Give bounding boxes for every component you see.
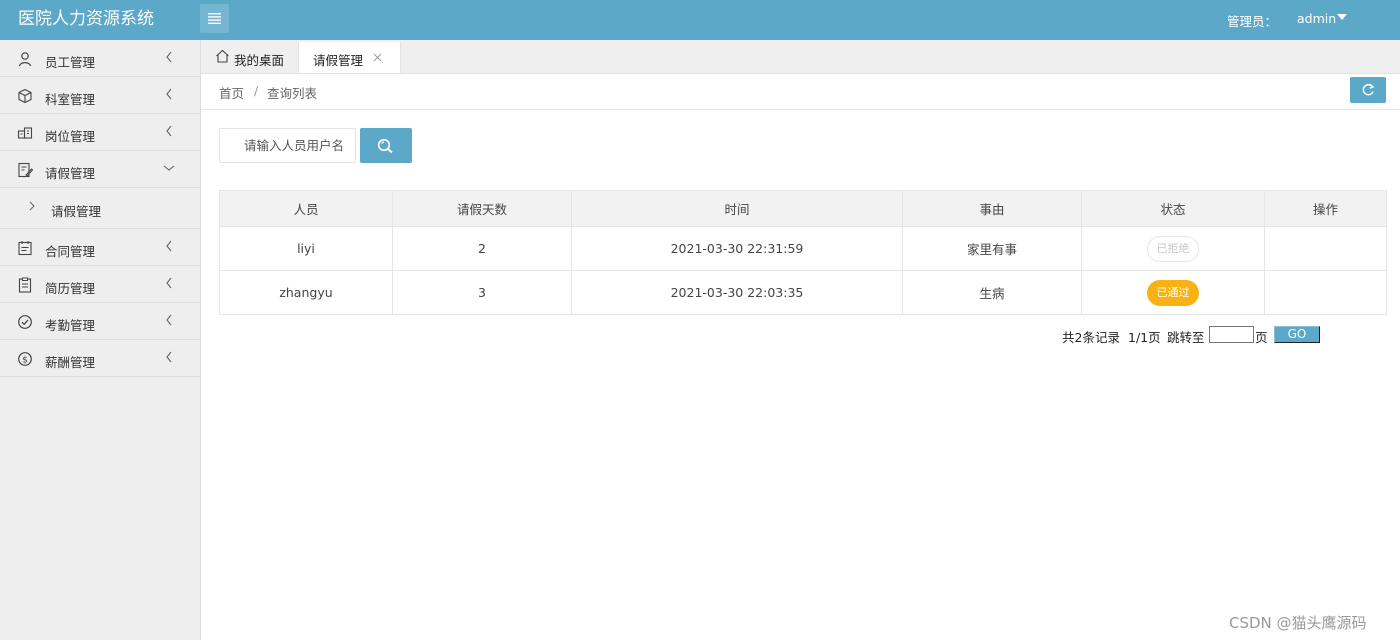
cell-person: zhangyu — [219, 270, 393, 315]
top-header: 医院人力资源系统 管理员： admin — [0, 0, 1400, 40]
sidebar-item-leave[interactable]: 请假管理 — [0, 151, 200, 188]
cell-status: 已通过 — [1081, 270, 1265, 315]
sidebar-subitem-leave[interactable]: 请假管理 — [0, 188, 200, 229]
status-badge: 已拒绝 — [1147, 235, 1199, 262]
sidebar-item-employee[interactable]: 员工管理 — [0, 40, 200, 77]
refresh-button[interactable] — [1350, 77, 1386, 103]
sidebar-item-resume[interactable]: 简历管理 — [0, 266, 200, 303]
check-circle-icon — [18, 315, 32, 329]
breadcrumb-current: 查询列表 — [267, 86, 318, 101]
column-header: 人员 — [219, 190, 393, 227]
admin-label: 管理员： — [1227, 14, 1278, 29]
dollar-circle-icon: $ — [18, 352, 32, 366]
cell-time: 2021-03-30 22:31:59 — [571, 226, 903, 271]
cell-days: 3 — [392, 270, 572, 315]
breadcrumb-separator: / — [254, 83, 259, 98]
sidebar-item-department[interactable]: 科室管理 — [0, 77, 200, 114]
resume-icon — [18, 277, 32, 293]
table-header-row: 人员 请假天数 时间 事由 状态 操作 — [219, 190, 1387, 227]
chevron-left-icon — [166, 88, 172, 100]
pager-jump-label: 跳转至 — [1167, 330, 1205, 345]
cell-status: 已拒绝 — [1081, 226, 1265, 271]
chevron-left-icon — [166, 240, 172, 252]
contract-icon — [18, 241, 32, 256]
user-icon — [18, 52, 32, 67]
search-input[interactable] — [219, 128, 356, 163]
chevron-left-icon — [166, 125, 172, 137]
tab-home[interactable]: 我的桌面 — [201, 42, 299, 73]
pager-page-suffix: 页 — [1255, 330, 1268, 345]
column-header: 状态 — [1081, 190, 1265, 227]
home-icon — [216, 49, 229, 63]
cell-time: 2021-03-30 22:03:35 — [571, 270, 903, 315]
note-edit-icon — [18, 162, 33, 178]
table-row: liyi 2 2021-03-30 22:31:59 家里有事 已拒绝 — [219, 226, 1387, 271]
admin-user-menu[interactable]: admin — [1297, 11, 1336, 26]
sidebar-item-label: 请假管理 — [45, 166, 96, 181]
sidebar-item-label: 薪酬管理 — [45, 355, 96, 370]
menu-toggle-button[interactable] — [200, 4, 229, 33]
sidebar-item-position[interactable]: 岗位管理 — [0, 114, 200, 151]
building-icon — [17, 127, 33, 139]
breadcrumb-bar: 首页 / 查询列表 — [201, 74, 1400, 110]
sidebar-item-label: 科室管理 — [45, 92, 96, 107]
sidebar-item-label: 合同管理 — [45, 244, 96, 259]
chevron-right-icon — [29, 201, 35, 211]
cube-icon — [18, 88, 32, 104]
table-row: zhangyu 3 2021-03-30 22:03:35 生病 已通过 — [219, 270, 1387, 315]
sidebar-item-attendance[interactable]: 考勤管理 — [0, 303, 200, 340]
column-header: 时间 — [571, 190, 903, 227]
status-badge: 已通过 — [1147, 279, 1199, 306]
search-icon — [377, 138, 393, 154]
sidebar-item-label: 简历管理 — [45, 281, 96, 296]
column-header: 事由 — [902, 190, 1082, 227]
sidebar-subitem-label: 请假管理 — [51, 204, 102, 219]
go-button[interactable]: GO — [1274, 326, 1320, 343]
cell-reason: 家里有事 — [902, 226, 1082, 271]
leave-table: 人员 请假天数 时间 事由 状态 操作 liyi 2 2021-03-30 22… — [219, 190, 1387, 315]
svg-text:$: $ — [22, 356, 28, 366]
chevron-left-icon — [166, 351, 172, 363]
cell-action — [1264, 270, 1387, 315]
menu-icon — [208, 13, 221, 24]
sidebar-item-contract[interactable]: 合同管理 — [0, 229, 200, 266]
sidebar: 员工管理 科室管理 岗位管理 请假管理 请假管理 合同管理 简历管理 考勤管理 … — [0, 40, 201, 640]
column-header: 请假天数 — [392, 190, 572, 227]
sidebar-item-label: 员工管理 — [45, 55, 96, 70]
chevron-left-icon — [166, 51, 172, 63]
chevron-left-icon — [166, 277, 172, 289]
tab-leave-management[interactable]: 请假管理 — [299, 42, 401, 73]
cell-action — [1264, 226, 1387, 271]
caret-down-icon[interactable] — [1337, 14, 1347, 20]
cell-person: liyi — [219, 226, 393, 271]
pager-total: 共2条记录 — [1062, 330, 1120, 345]
column-header: 操作 — [1264, 190, 1387, 227]
search-button[interactable] — [360, 128, 412, 163]
page-number-input[interactable] — [1209, 326, 1254, 343]
chevron-left-icon — [166, 314, 172, 326]
close-icon[interactable] — [373, 53, 382, 62]
cell-days: 2 — [392, 226, 572, 271]
cell-reason: 生病 — [902, 270, 1082, 315]
tab-bar: 我的桌面 请假管理 — [201, 40, 1400, 74]
sidebar-item-salary[interactable]: $ 薪酬管理 — [0, 340, 200, 377]
sidebar-item-label: 岗位管理 — [45, 129, 96, 144]
chevron-down-icon — [163, 165, 175, 171]
tab-home-label: 我的桌面 — [234, 53, 285, 68]
tab-active-label: 请假管理 — [313, 53, 364, 68]
breadcrumb-home[interactable]: 首页 — [219, 83, 244, 102]
refresh-icon — [1362, 83, 1375, 96]
watermark: CSDN @猫头鹰源码 — [1229, 614, 1367, 632]
pager-pages: 1/1页 — [1128, 330, 1161, 345]
app-title: 医院人力资源系统 — [18, 9, 154, 29]
sidebar-item-label: 考勤管理 — [45, 318, 96, 333]
